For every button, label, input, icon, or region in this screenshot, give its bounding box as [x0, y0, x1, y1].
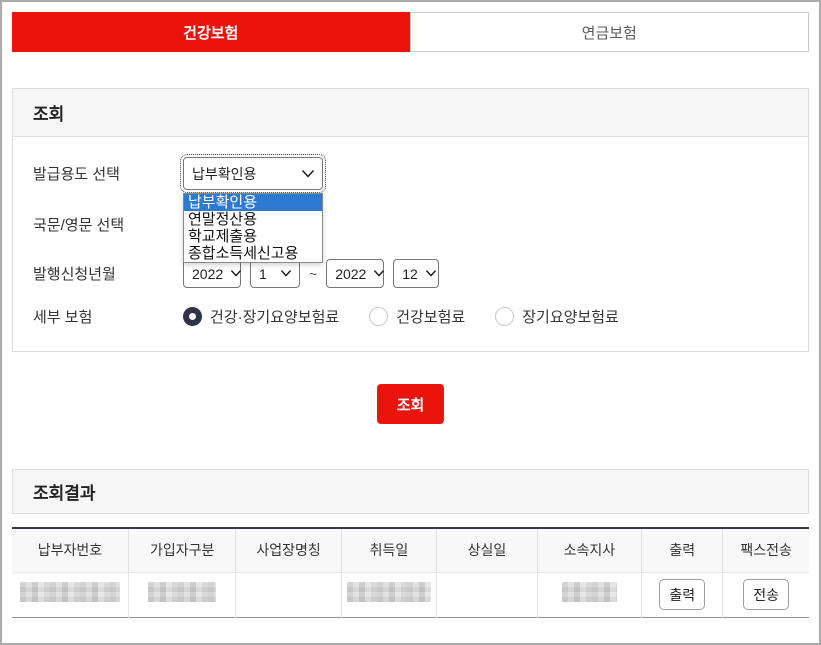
language-row: 국문/영문 선택: [33, 214, 788, 235]
col-payer-number: 납부자번호: [12, 528, 129, 573]
insurance-tabs: 건강보험 연금보험: [12, 12, 809, 52]
dropdown-option-selected[interactable]: 납부확인용: [184, 194, 322, 211]
purpose-select-value: 납부확인용: [192, 165, 257, 182]
cell-workplace-name: [235, 572, 342, 617]
radio-label: 장기요양보험료: [522, 309, 619, 326]
to-year-value: 2022: [335, 265, 367, 282]
purpose-dropdown-list: 납부확인용 연말정산용 학교제출용 종합소득세신고용: [183, 193, 323, 263]
col-branch: 소속지사: [536, 528, 642, 573]
purpose-label: 발급용도 선택: [33, 166, 120, 183]
radio-selected-icon: [183, 307, 202, 326]
col-subscriber-type: 가입자구분: [127, 528, 236, 573]
redacted-subscriber-type: [148, 582, 217, 602]
dropdown-option[interactable]: 종합소득세신고용: [184, 245, 322, 262]
tab-pension-insurance[interactable]: 연금보험: [409, 12, 809, 52]
purpose-row: 발급용도 선택 납부확인용 납부확인용 연말정산용 학교제출용 종합소득세신고용: [33, 154, 788, 263]
to-year-select[interactable]: 2022: [326, 259, 385, 288]
period-separator: ~: [309, 265, 318, 282]
results-title: 조회결과: [12, 469, 809, 514]
from-month-select[interactable]: 1: [250, 259, 300, 288]
search-button[interactable]: 조회: [377, 384, 444, 424]
period-label: 발행신청년월: [33, 266, 116, 283]
to-month-select[interactable]: 12: [393, 259, 440, 288]
fax-send-button[interactable]: 전송: [743, 579, 790, 610]
radio-label: 건강보험료: [396, 309, 466, 326]
search-panel-title: 조회: [13, 89, 808, 137]
tab-health-insurance[interactable]: 건강보험: [12, 12, 410, 52]
dropdown-option[interactable]: 연말정산용: [184, 211, 322, 228]
from-year-select[interactable]: 2022: [183, 259, 242, 288]
redacted-acquisition-date: [346, 582, 431, 602]
redacted-payer-number: [19, 582, 120, 602]
radio-unselected-icon: [495, 307, 515, 326]
col-workplace-name: 사업장명칭: [235, 528, 342, 573]
table-header-row: 납부자번호 가입자구분 사업장명칭 취득일 상실일 소속지사 출력 팩스전송: [12, 528, 809, 573]
radio-unselected-icon: [369, 307, 389, 326]
detail-insurance-row: 세부 보험 건강·장기요양보험료 건강보험료 장기요양보험료: [33, 306, 788, 327]
chevron-down-icon: [281, 270, 291, 277]
period-row: 발행신청년월 2022 1 ~ 2022 12: [33, 259, 788, 288]
results-table: 납부자번호 가입자구분 사업장명칭 취득일 상실일 소속지사 출력 팩스전송 출…: [12, 527, 809, 618]
radio-health-only[interactable]: 건강보험료: [369, 306, 465, 327]
radio-longterm-only[interactable]: 장기요양보험료: [495, 306, 619, 327]
to-month-value: 12: [402, 265, 418, 282]
table-row: 출력 전송: [12, 572, 809, 617]
radio-health-longterm[interactable]: 건강·장기요양보험료: [183, 306, 339, 327]
print-button[interactable]: 출력: [659, 579, 706, 610]
from-month-value: 1: [259, 265, 267, 282]
chevron-down-icon: [425, 270, 436, 277]
cell-loss-date: [436, 572, 538, 617]
chevron-down-icon: [374, 270, 385, 277]
col-print: 출력: [641, 528, 723, 573]
redacted-branch: [561, 582, 617, 602]
chevron-down-icon: [231, 270, 242, 277]
search-panel: 조회 발급용도 선택 납부확인용 납부확인용 연말정산용 학교제출용 종합소득세…: [12, 88, 809, 352]
radio-label: 건강·장기요양보험료: [210, 309, 340, 326]
col-acquisition-date: 취득일: [340, 528, 437, 573]
search-panel-body: 발급용도 선택 납부확인용 납부확인용 연말정산용 학교제출용 종합소득세신고용…: [13, 137, 808, 351]
chevron-down-icon: [302, 169, 314, 178]
language-label: 국문/영문 선택: [33, 217, 125, 234]
from-year-value: 2022: [192, 265, 224, 282]
col-loss-date: 상실일: [436, 528, 538, 573]
dropdown-option[interactable]: 학교제출용: [184, 228, 322, 245]
purpose-select[interactable]: 납부확인용: [180, 154, 326, 193]
col-fax: 팩스전송: [722, 528, 809, 573]
detail-insurance-label: 세부 보험: [33, 309, 93, 326]
